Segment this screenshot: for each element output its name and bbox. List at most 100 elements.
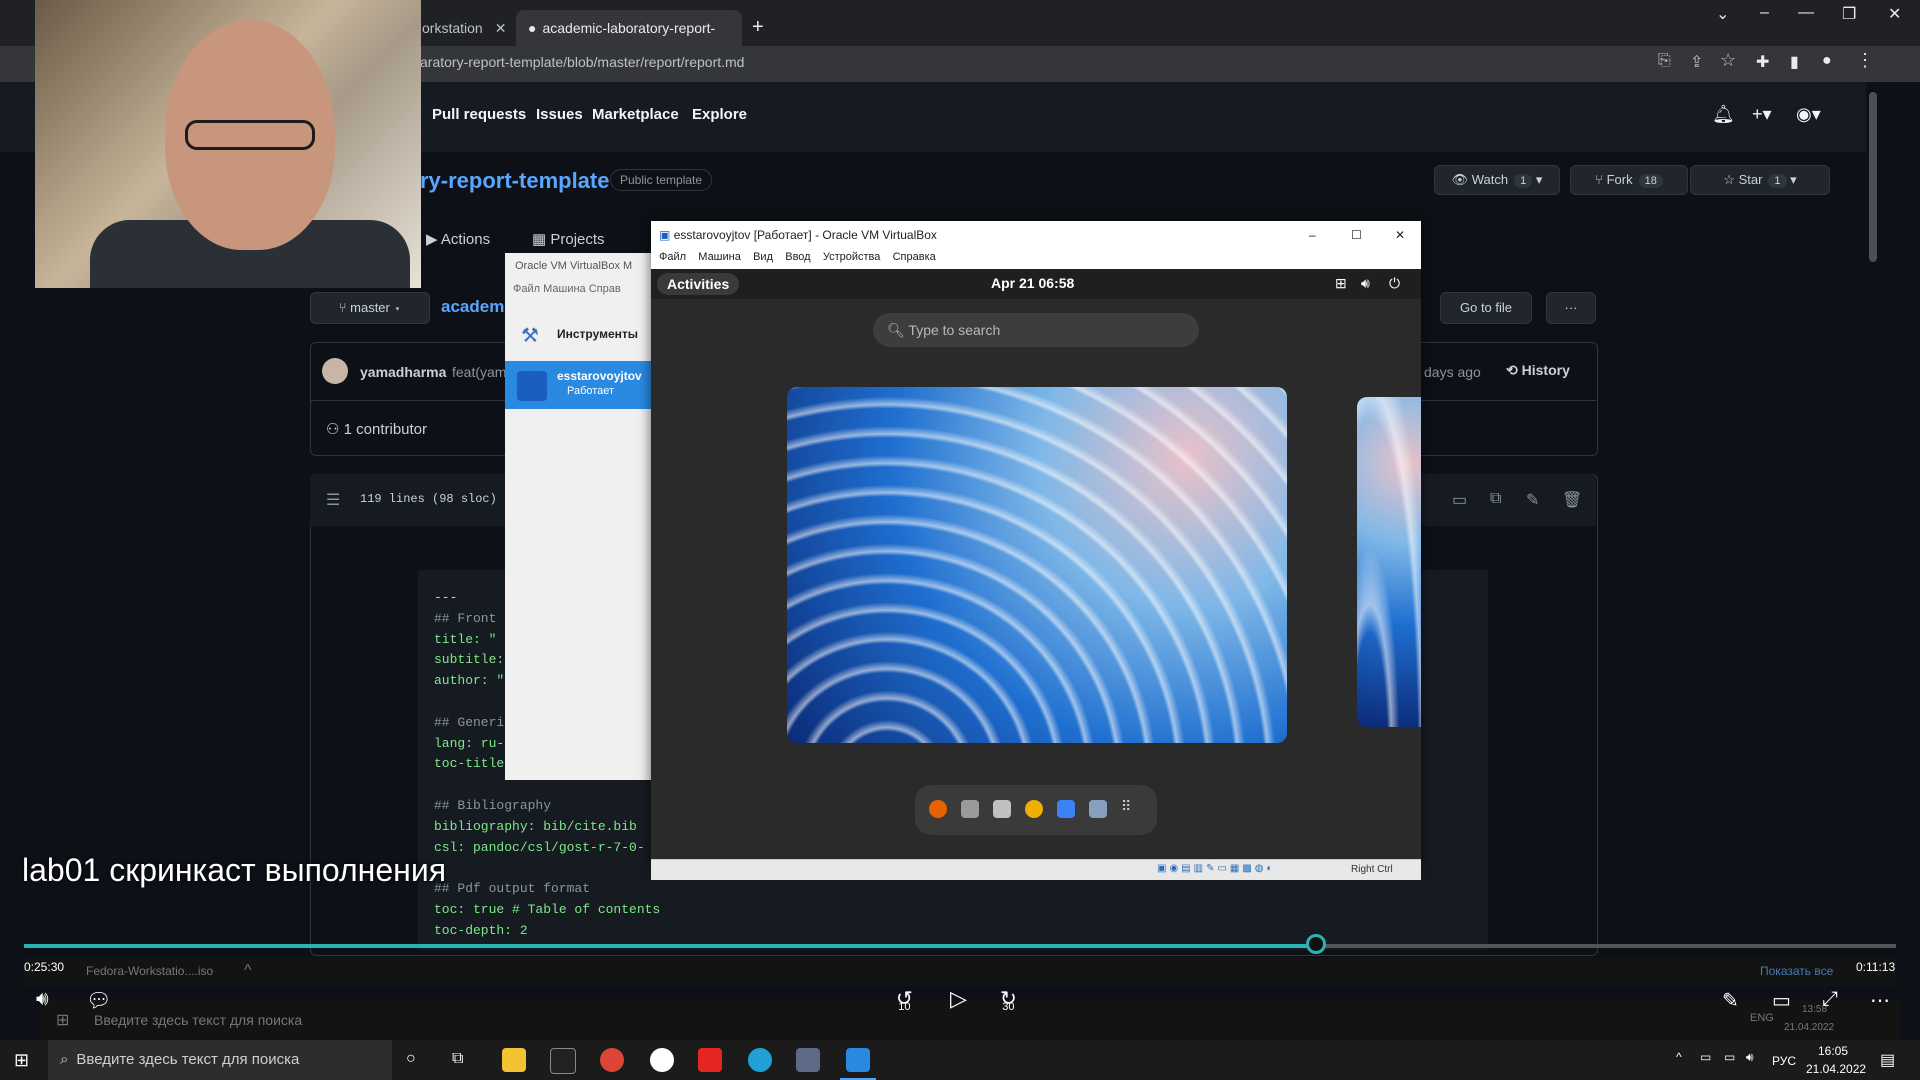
vm-menu-help[interactable]: Справка [893,251,936,263]
vm-minimize-icon[interactable]: – [1309,221,1316,249]
vm-maximize-icon[interactable]: ☐ [1351,221,1362,249]
cortana-icon[interactable]: ○ [406,1050,416,1068]
tray-date[interactable]: 21.04.2022 [1806,1062,1866,1076]
notifications-bell-icon[interactable]: 🔔︎ [1712,104,1735,125]
nav-explore[interactable]: Explore [692,106,747,123]
subtitles-icon[interactable]: 💬︎ [86,988,111,1013]
watch-button[interactable]: 👁︎ Watch 1 ▾ [1434,165,1560,195]
chevron-up-icon[interactable]: ^ [244,962,252,980]
translate-icon[interactable]: ⎘ [1658,52,1671,70]
tab-projects[interactable]: ▦ Projects [532,230,605,248]
restore-icon[interactable]: ❐ [1842,4,1856,24]
fullscreen-icon[interactable]: ⤢ [1822,988,1838,1011]
terminal-icon[interactable] [550,1048,576,1074]
tab-actions[interactable]: ▶ Actions [426,230,490,248]
gnome-search-input[interactable]: 🔍︎ Type to search [873,313,1199,347]
tab-search-icon[interactable]: ⌄ [1716,4,1729,24]
color-app-icon[interactable] [1025,800,1043,818]
bookmark-star-icon[interactable]: ☆ [1720,50,1736,71]
star-button[interactable]: ☆ Star 1 ▾ [1690,165,1830,195]
skip-back-button[interactable]: ↺ 10 [896,986,913,1013]
vm-menu-machine[interactable]: Машина [698,251,741,263]
workspace-thumbnail[interactable] [787,387,1287,743]
app-grid-icon[interactable]: ⠿ [1121,798,1131,815]
extensions-icon[interactable]: ✚ [1756,52,1769,72]
document-icon[interactable] [1057,800,1075,818]
firefox-icon[interactable] [929,800,947,818]
display-source-icon[interactable]: ▭ [1452,490,1467,510]
fork-button[interactable]: ⑂ Fork 18 [1570,165,1688,195]
create-new-icon[interactable]: +▾ [1752,104,1772,125]
virtualbox-taskbar-icon[interactable] [796,1048,820,1072]
go-to-file-button[interactable]: Go to file [1440,292,1532,324]
outline-icon[interactable]: ☰ [326,490,340,510]
vm-menu-input[interactable]: Ввод [785,251,810,263]
profile-icon[interactable]: ● [1822,52,1832,70]
tab-workstation[interactable]: orkstation ✕ [410,10,510,46]
network-icon[interactable]: ⊞ [1335,275,1347,292]
seek-handle[interactable] [1306,934,1326,954]
vm-close-icon[interactable]: ✕ [1395,221,1405,249]
volume-icon[interactable]: 🔊︎ [1361,275,1370,292]
minimize-icon[interactable]: – [1760,4,1769,22]
history-link[interactable]: ⟲ History [1506,362,1570,379]
miniplayer-icon[interactable]: ▭ [1772,988,1791,1013]
task-view-icon[interactable]: ⧉ [452,1050,463,1068]
page-scrollbar[interactable] [1866,82,1880,940]
sidepanel-icon[interactable]: ▮ [1790,52,1799,72]
vbm-tools-item[interactable]: ⚒ Инструменты [505,309,651,359]
windows-start-button[interactable]: ⊞ [14,1050,29,1071]
nav-issues[interactable]: Issues [536,106,583,123]
skip-forward-button[interactable]: ↻ 30 [1000,986,1017,1013]
vm-menu-file[interactable]: Файл [659,251,686,263]
share-icon[interactable]: ⇪ [1690,52,1703,72]
commit-message-link[interactable]: feat(yam [452,364,506,380]
tray-time[interactable]: 16:05 [1818,1044,1848,1058]
repo-name-link[interactable]: ry-report-template [420,168,609,194]
show-all-button[interactable]: Показать все [1760,964,1833,978]
volume-button[interactable]: 🔊︎ [36,988,49,1011]
draw-pencil-icon[interactable]: ✎ [1722,988,1739,1013]
tray-chevron-icon[interactable]: ^ [1676,1050,1682,1064]
vbm-vm-item[interactable]: esstarovoyjtov Работает [505,361,651,409]
mail-icon[interactable] [961,800,979,818]
vm-status-icons[interactable]: ▣◉▤▥✎▭▦▩◍◐ [1157,863,1276,874]
camera-icon[interactable] [993,800,1011,818]
browser-menu-icon[interactable]: ⋮ [1856,50,1874,71]
activities-button[interactable]: Activities [657,273,740,295]
tray-language[interactable]: РУС [1772,1054,1796,1068]
edit-pencil-icon[interactable]: ✎ [1526,490,1539,510]
software-icon[interactable] [1089,800,1107,818]
chrome-icon[interactable] [600,1048,624,1072]
notification-icon[interactable]: ▤ [1880,1050,1895,1070]
yandex-browser-icon[interactable] [650,1048,674,1072]
more-options-icon[interactable]: ⋯ [1870,988,1890,1013]
url-text[interactable]: aratory-report-template/blob/master/repo… [420,54,744,70]
new-tab-icon[interactable]: + [752,16,764,39]
user-avatar-icon[interactable]: ◉▾ [1796,104,1821,125]
nav-pull-requests[interactable]: Pull requests [432,106,526,123]
yandex-icon[interactable] [698,1048,722,1072]
more-options-button[interactable]: ··· [1546,292,1596,324]
close-icon[interactable]: ✕ [495,20,507,36]
vm-menu-view[interactable]: Вид [753,251,773,263]
edge-icon[interactable] [748,1048,772,1072]
power-icon[interactable]: ⏻ [1389,275,1400,292]
nav-marketplace[interactable]: Marketplace [592,106,679,123]
close-window-icon[interactable]: ✕ [1888,4,1901,24]
tray-network-icon[interactable]: ▭ [1724,1050,1735,1064]
copy-icon[interactable]: ⧉ [1490,490,1501,508]
file-explorer-icon[interactable] [502,1048,526,1072]
download-item[interactable]: Fedora-Workstatio....iso [86,964,213,978]
tray-volume-icon[interactable]: 🔊︎ [1746,1050,1754,1065]
gnome-clock[interactable]: Apr 21 06:58 [991,275,1074,291]
media-player-icon[interactable] [846,1048,870,1072]
scrollbar-thumb[interactable] [1869,92,1877,262]
commit-author-link[interactable]: yamadharma [360,364,446,380]
tray-device-icon[interactable]: ▭ [1700,1050,1711,1064]
next-workspace-thumbnail[interactable] [1357,397,1421,727]
delete-trash-icon[interactable]: 🗑︎ [1562,490,1582,510]
branch-select-button[interactable]: ⑂ master ▾ [310,292,430,324]
minimize-button[interactable]: — [1798,4,1814,22]
taskbar-search-box[interactable]: ⌕ Введите здесь текст для поиска [48,1040,392,1080]
